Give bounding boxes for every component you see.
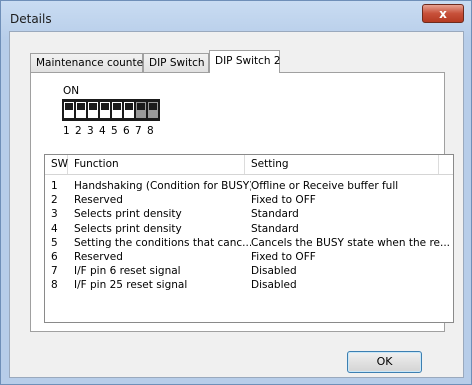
dip-switch-numbers: 12345678 (63, 125, 159, 137)
dip-settings-list[interactable]: SW Function Setting 1 Handshaking (Condit… (44, 154, 454, 323)
cell-function: Handshaking (Condition for BUSY) (74, 180, 251, 192)
column-header-setting[interactable]: Setting (245, 155, 439, 174)
cell-setting: Disabled (251, 279, 297, 292)
dip-switch-1 (64, 102, 74, 118)
dip-switch-6 (124, 102, 134, 118)
table-row[interactable]: 1 Handshaking (Condition for BUSY) Offline… (45, 180, 453, 193)
close-button[interactable]: x (422, 4, 464, 23)
dip-switch-graphic (62, 99, 160, 121)
table-row[interactable]: 5 Setting the conditions that canc... Canc… (45, 237, 453, 250)
window-title: Details (10, 12, 52, 26)
cell-function: I/F pin 25 reset signal (74, 279, 188, 292)
table-row[interactable]: 8 I/F pin 25 reset signal Disabled (45, 279, 453, 292)
table-row[interactable]: 2 Reserved Fixed to OFF (45, 194, 453, 207)
cell-function: Setting the conditions that canc... (74, 236, 251, 249)
cell-setting: Offline or Receive buffer full (251, 180, 399, 192)
dip-number: 6 (123, 125, 130, 137)
cell-function: Selects print density (74, 222, 182, 235)
dip-number: 8 (147, 125, 154, 137)
tab-maintenance-counter[interactable]: Maintenance counter (30, 53, 147, 72)
cell-setting: Standard (251, 208, 299, 221)
cell-setting: Standard (251, 222, 299, 235)
dip-number: 3 (87, 125, 94, 137)
dip-switch-7 (136, 102, 146, 118)
dip-number: 1 (63, 125, 70, 137)
cell-function: Reserved (74, 194, 123, 207)
dip-switch-2 (76, 102, 86, 118)
list-header: SW Function Setting (45, 155, 453, 175)
dip-number: 2 (75, 125, 82, 137)
cell-function: I/F pin 6 reset signal (74, 265, 181, 278)
cell-setting: Fixed to OFF (251, 194, 316, 207)
details-dialog: Details x Maintenance counter DIP Switch… (0, 0, 472, 385)
dip-switch-3 (88, 102, 98, 118)
tab-dip-switch-2[interactable]: DIP Switch 2 (209, 50, 281, 73)
table-row[interactable]: 6 Reserved Fixed to OFF (45, 251, 453, 264)
dip-switch-8 (148, 102, 158, 118)
cell-setting: Cancels the BUSY state when the re... (251, 236, 451, 249)
table-row[interactable]: 3 Selects print density Standard (45, 208, 453, 221)
cell-setting: Disabled (251, 265, 297, 278)
dip-number: 5 (111, 125, 118, 137)
dip-on-label: ON (63, 85, 80, 97)
table-row[interactable]: 4 Selects print density Standard (45, 223, 453, 236)
ok-button[interactable]: OK (347, 351, 422, 373)
cell-function: Selects print density (74, 208, 182, 221)
dip-number: 7 (135, 125, 142, 137)
cell-setting: Fixed to OFF (251, 251, 316, 263)
column-header-function[interactable]: Function (68, 155, 245, 174)
dip-number: 4 (99, 125, 106, 137)
cell-function: Reserved (74, 251, 123, 263)
close-icon: x (439, 6, 447, 21)
dip-switch-4 (100, 102, 110, 118)
tab-dip-switch-1[interactable]: DIP Switch 1 (143, 53, 215, 72)
table-row[interactable]: 7 I/F pin 6 reset signal Disabled (45, 265, 453, 278)
dip-switch-5 (112, 102, 122, 118)
column-header-sw[interactable]: SW (45, 155, 68, 174)
